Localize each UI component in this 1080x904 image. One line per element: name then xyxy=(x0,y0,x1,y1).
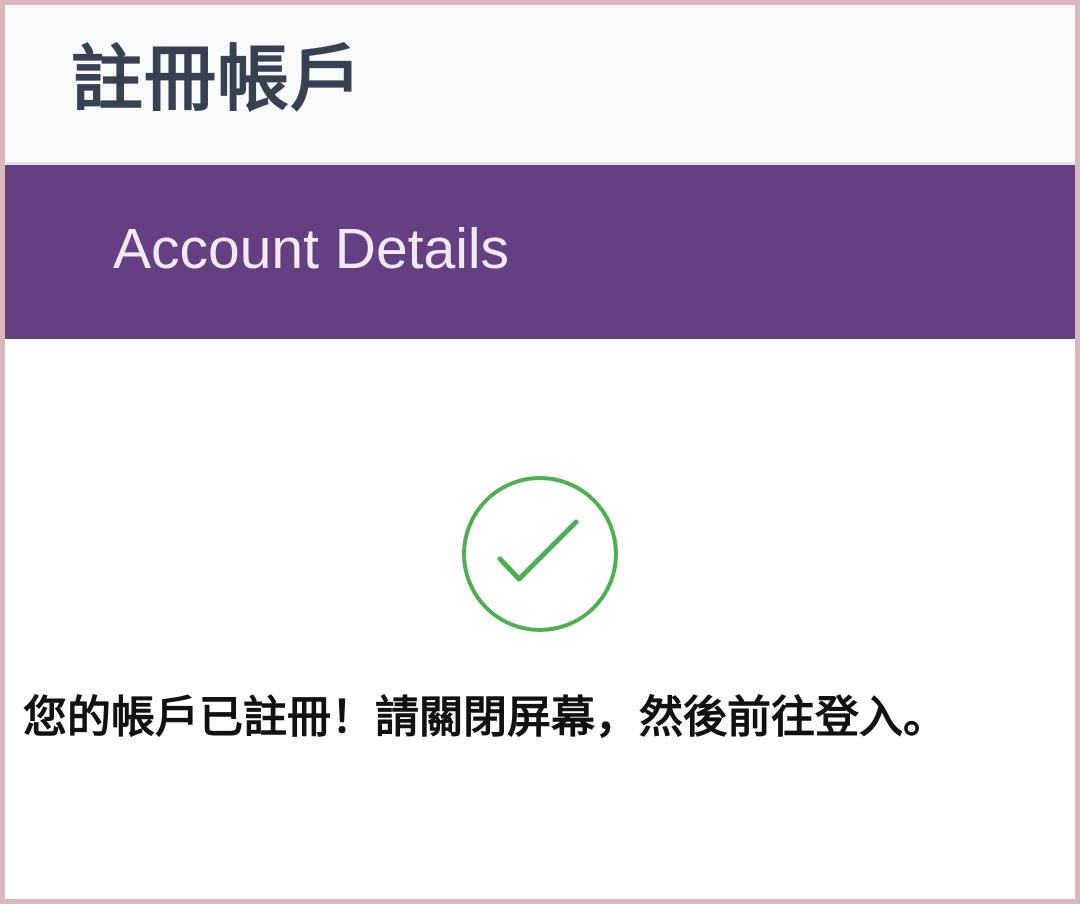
section-title: Account Details xyxy=(113,216,510,281)
page-title: 註冊帳戶 xyxy=(71,36,364,121)
account-details-bar: Account Details xyxy=(5,165,1075,339)
confirmation-content: 您的帳戶已註冊！請關閉屏幕，然後前往登入。 xyxy=(5,339,1075,896)
page-header: 註冊帳戶 xyxy=(5,5,1075,165)
check-circle-icon xyxy=(462,476,618,632)
registration-success-message: 您的帳戶已註冊！請關閉屏幕，然後前往登入。 xyxy=(23,692,947,743)
registration-screen: 註冊帳戶 Account Details 您的帳戶已註冊！請關閉屏幕，然後前往登… xyxy=(0,0,1080,904)
